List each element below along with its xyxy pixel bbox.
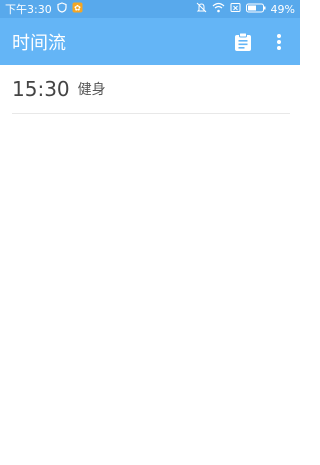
svg-text:✿: ✿ <box>74 4 81 13</box>
app-bar: 时间流 <box>0 18 300 65</box>
status-bar: 下午3:30 ✿ 49% <box>0 0 300 18</box>
sim-off-icon <box>230 2 241 16</box>
wifi-icon <box>212 2 225 16</box>
timeline-list: 15:30 健身 <box>0 65 300 114</box>
status-bar-left: 下午3:30 ✿ <box>5 1 83 17</box>
list-item[interactable]: 15:30 健身 <box>12 65 290 114</box>
battery-percent: 49% <box>270 2 295 16</box>
battery-icon <box>245 3 266 16</box>
notification-app-icon: ✿ <box>72 2 83 16</box>
entry-label: 健身 <box>77 82 106 98</box>
status-bar-right: 49% <box>196 2 295 16</box>
shield-icon <box>57 2 67 16</box>
mute-icon <box>196 2 207 16</box>
app-bar-actions <box>230 29 292 55</box>
app-title: 时间流 <box>12 32 66 54</box>
more-vert-icon[interactable] <box>266 29 292 55</box>
clipboard-icon[interactable] <box>230 29 256 55</box>
status-time: 下午3:30 <box>5 3 52 16</box>
entry-time: 15:30 <box>12 77 70 101</box>
